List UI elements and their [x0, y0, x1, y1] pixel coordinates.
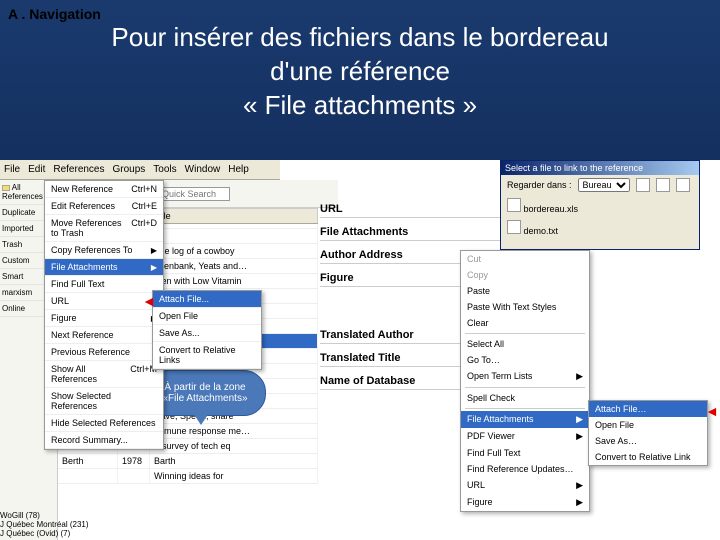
quick-search-input[interactable]: [160, 187, 230, 201]
menu-item[interactable]: Find Full Text: [461, 445, 589, 461]
menu-tools[interactable]: Tools: [153, 164, 176, 175]
new-folder-icon[interactable]: [656, 178, 670, 192]
table-row[interactable]: Berth1978Barth: [58, 454, 318, 469]
menu-item[interactable]: File Attachments ▶: [45, 259, 163, 276]
menu-item[interactable]: Attach File...: [153, 291, 261, 308]
online-item[interactable]: WoGill (78): [0, 511, 89, 520]
file-name: bordereau.xls: [524, 204, 579, 214]
menu-item[interactable]: Move References to TrashCtrl+D: [45, 215, 163, 242]
menu-item[interactable]: Show All ReferencesCtrl+M: [45, 361, 163, 388]
title-line2: d'une référence: [0, 54, 720, 88]
look-in-label: Regarder dans :: [507, 180, 572, 190]
menu-item: Copy: [461, 267, 589, 283]
references-dropdown: New ReferenceCtrl+NEdit ReferencesCtrl+E…: [44, 180, 164, 450]
file-attachments-submenu: Attach File...Open FileSave As...Convert…: [152, 290, 262, 370]
menu-item[interactable]: Open File: [153, 308, 261, 325]
menu-item[interactable]: File Attachments▶: [461, 411, 589, 428]
menu-references[interactable]: References: [53, 164, 104, 175]
file-item[interactable]: demo.txt: [507, 220, 558, 236]
menu-item[interactable]: Edit ReferencesCtrl+E: [45, 198, 163, 215]
section-label: A . Navigation: [8, 6, 101, 22]
menu-item[interactable]: New ReferenceCtrl+N: [45, 181, 163, 198]
file-item[interactable]: bordereau.xls: [507, 198, 578, 214]
callout-line2: «File Attachments»: [162, 393, 247, 404]
file-icon: [507, 198, 521, 212]
menu-item[interactable]: Figure ▶: [45, 310, 163, 327]
menu-item[interactable]: Paste With Text Styles: [461, 299, 589, 315]
menu-item[interactable]: Next Reference: [45, 327, 163, 344]
menu-item[interactable]: Copy References To ▶: [45, 242, 163, 259]
menu-item[interactable]: Hide Selected References: [45, 415, 163, 432]
menu-item[interactable]: Convert to Relative Links: [153, 342, 261, 369]
slide-title: Pour insérer des fichiers dans le border…: [0, 0, 720, 122]
menu-item: Cut: [461, 251, 589, 267]
app-menubar[interactable]: File Edit References Groups Tools Window…: [0, 160, 280, 180]
arrow-annotation-icon: ◄: [705, 403, 719, 419]
look-in-select[interactable]: Bureau: [578, 178, 630, 192]
menu-item[interactable]: Spell Check: [461, 390, 589, 406]
file-open-dialog[interactable]: Select a file to link to the reference R…: [500, 160, 700, 250]
menu-item[interactable]: Convert to Relative Link: [589, 449, 707, 465]
menu-item[interactable]: Clear: [461, 315, 589, 331]
menu-item[interactable]: Save As…: [589, 433, 707, 449]
menu-item[interactable]: Go To…: [461, 352, 589, 368]
context-submenu: Attach File…Open FileSave As…Convert to …: [588, 400, 708, 466]
callout-line1: À partir de la zone: [162, 382, 247, 393]
screenshot-area: File Edit References Groups Tools Window…: [0, 160, 720, 540]
title-line3: « File attachments »: [0, 88, 720, 122]
online-item[interactable]: J Québec (Ovid) (7): [0, 529, 89, 538]
context-menu: CutCopyPastePaste With Text StylesClear S…: [460, 250, 590, 512]
menu-item[interactable]: Attach File…: [589, 401, 707, 417]
menu-file[interactable]: File: [4, 164, 20, 175]
menu-item[interactable]: URL▶: [461, 477, 589, 494]
menu-item[interactable]: Show Selected References: [45, 388, 163, 415]
menu-item[interactable]: Record Summary...: [45, 432, 163, 449]
menu-item[interactable]: Previous Reference: [45, 344, 163, 361]
menu-item[interactable]: Open Term Lists▶: [461, 368, 589, 385]
menu-window[interactable]: Window: [185, 164, 221, 175]
arrow-annotation-icon: ◄: [142, 293, 156, 309]
online-item[interactable]: J Québec Montréal (231): [0, 520, 89, 529]
menu-item[interactable]: Select All: [461, 336, 589, 352]
col-title[interactable]: Title: [150, 209, 318, 223]
dialog-title: Select a file to link to the reference: [501, 161, 699, 175]
menu-item[interactable]: Find Full Text: [45, 276, 163, 293]
file-icon: [507, 220, 521, 234]
file-name: demo.txt: [524, 226, 559, 236]
menu-item[interactable]: PDF Viewer▶: [461, 428, 589, 445]
menu-item[interactable]: Open File: [589, 417, 707, 433]
menu-groups[interactable]: Groups: [113, 164, 146, 175]
table-row[interactable]: Winning ideas for: [58, 469, 318, 484]
menu-help[interactable]: Help: [228, 164, 249, 175]
menu-edit[interactable]: Edit: [28, 164, 45, 175]
bottom-online-list: WoGill (78) J Québec Montréal (231) J Qu…: [0, 511, 89, 538]
menu-item[interactable]: Save As...: [153, 325, 261, 342]
title-line1: Pour insérer des fichiers dans le border…: [0, 20, 720, 54]
menu-item[interactable]: Find Reference Updates…: [461, 461, 589, 477]
menu-item[interactable]: Paste: [461, 283, 589, 299]
view-icon[interactable]: [676, 178, 690, 192]
up-folder-icon[interactable]: [636, 178, 650, 192]
folder-icon: [2, 185, 10, 191]
menu-item[interactable]: Figure▶: [461, 494, 589, 511]
